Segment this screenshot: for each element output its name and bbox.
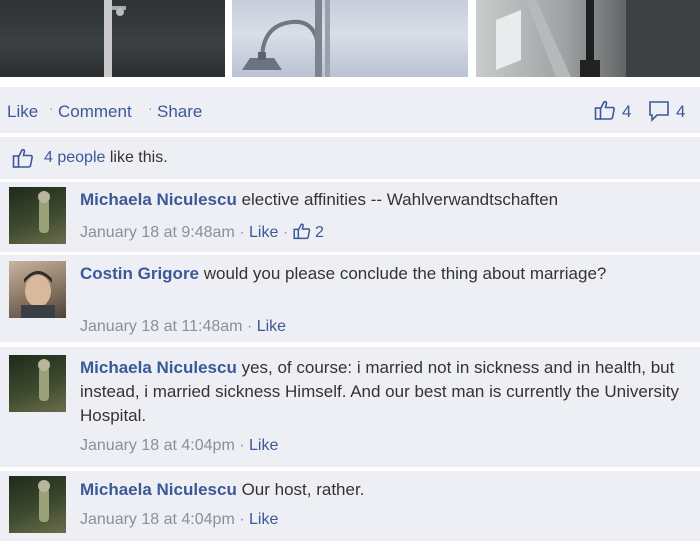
- thumbs-up-icon: [12, 147, 34, 169]
- separator-dot: ·: [49, 100, 54, 116]
- photo-thumbnail-1[interactable]: [0, 0, 225, 77]
- comment-item: Michaela Niculescu elective affinities -…: [0, 182, 700, 252]
- comment-like-link[interactable]: Like: [249, 224, 278, 241]
- comment-body: Michaela Niculescu elective affinities -…: [80, 188, 680, 212]
- avatar-figure: [38, 191, 50, 233]
- likes-summary-text: 4 people like this.: [44, 149, 168, 167]
- post-action-bar: Like · Comment · Share 4 4: [0, 87, 700, 133]
- comment-timestamp[interactable]: January 18 at 4:04pm: [80, 511, 235, 528]
- comment-meta: January 18 at 11:48am · Like: [80, 318, 286, 336]
- comment-timestamp[interactable]: January 18 at 9:48am: [80, 224, 235, 241]
- like-this-label: like this.: [109, 149, 168, 166]
- comment-timestamp[interactable]: January 18 at 11:48am: [80, 318, 242, 335]
- comment-item: Michaela Niculescu Our host, rather. Jan…: [0, 471, 700, 541]
- separator-dot: ·: [239, 511, 245, 528]
- comment-item: Costin Grigore would you please conclude…: [0, 255, 700, 342]
- likes-summary-row: 4 people like this.: [0, 137, 700, 179]
- comment-author[interactable]: Michaela Niculescu: [80, 358, 237, 377]
- comment-link[interactable]: Comment: [58, 102, 132, 122]
- photo-thumbnail-2[interactable]: [232, 0, 468, 77]
- comment-bubble-icon[interactable]: [648, 100, 670, 122]
- comment-like-link[interactable]: Like: [249, 511, 278, 528]
- street-photo-3: [496, 0, 700, 77]
- people-like-link[interactable]: 4 people: [44, 149, 105, 166]
- avatar[interactable]: [9, 261, 66, 318]
- comment-text: Our host, rather.: [241, 480, 365, 499]
- avatar-figure: [38, 359, 50, 401]
- separator-dot: ·: [239, 437, 245, 454]
- separator-dot: ·: [282, 224, 289, 241]
- comment-text: elective affinities -- Wahlverwandtschaf…: [241, 190, 559, 209]
- comment-count[interactable]: 4: [676, 102, 685, 122]
- separator-dot: ·: [246, 318, 253, 335]
- avatar-figure: [38, 480, 50, 522]
- comment-body: Michaela Niculescu Our host, rather.: [80, 478, 680, 502]
- thumbs-up-icon[interactable]: [594, 99, 616, 121]
- comment-like-count[interactable]: 2: [315, 224, 324, 241]
- comment-item: Michaela Niculescu yes, of course: i mar…: [0, 347, 700, 467]
- like-count[interactable]: 4: [622, 102, 631, 122]
- comment-meta: January 18 at 9:48am · Like · 2: [80, 222, 324, 242]
- comment-like-link[interactable]: Like: [249, 437, 278, 454]
- comment-body: Costin Grigore would you please conclude…: [80, 262, 680, 286]
- photo-strip: [0, 0, 700, 78]
- like-link[interactable]: Like: [7, 102, 38, 122]
- lamppost-photo-2: [242, 0, 330, 77]
- share-link[interactable]: Share: [157, 102, 202, 122]
- comment-text: would you please conclude the thing abou…: [203, 264, 607, 283]
- separator-dot: ·: [148, 100, 153, 116]
- comment-author[interactable]: Michaela Niculescu: [80, 480, 237, 499]
- avatar[interactable]: [9, 187, 66, 244]
- avatar[interactable]: [9, 476, 66, 533]
- photo-thumbnail-3[interactable]: [476, 0, 700, 77]
- thumbs-up-icon: [293, 222, 311, 240]
- comment-author[interactable]: Michaela Niculescu: [80, 190, 237, 209]
- comment-like-link[interactable]: Like: [257, 318, 286, 335]
- avatar-face: [21, 271, 55, 318]
- comment-timestamp[interactable]: January 18 at 4:04pm: [80, 437, 235, 454]
- separator-dot: ·: [239, 224, 245, 241]
- comment-author[interactable]: Costin Grigore: [80, 264, 199, 283]
- lamppost-photo-1: [104, 0, 126, 77]
- comment-meta: January 18 at 4:04pm · Like: [80, 511, 278, 529]
- comment-body: Michaela Niculescu yes, of course: i mar…: [80, 356, 680, 428]
- avatar[interactable]: [9, 355, 66, 412]
- comment-meta: January 18 at 4:04pm · Like: [80, 437, 278, 455]
